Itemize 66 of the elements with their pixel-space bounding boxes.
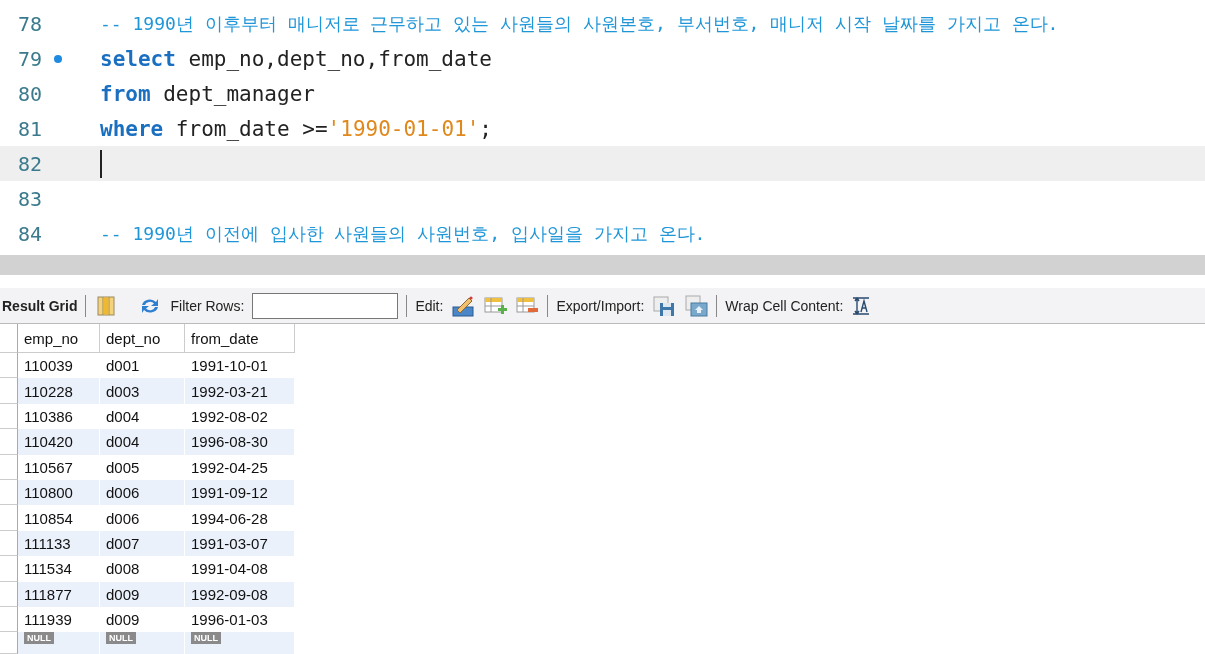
table-cell: 1991-03-07 <box>185 530 295 557</box>
table-cell: 110420 <box>18 429 100 455</box>
table-cell: 111534 <box>18 556 100 582</box>
export-import-label: Export/Import: <box>556 297 645 314</box>
table-cell: d004 <box>100 429 185 455</box>
table-cell: 111133 <box>18 530 100 557</box>
code-line: select emp_no,dept_no,from_date <box>100 46 492 71</box>
row-header[interactable] <box>0 606 18 633</box>
row-header[interactable] <box>0 530 18 557</box>
filter-rows-field[interactable] <box>252 292 399 319</box>
add-row-icon[interactable] <box>483 294 508 317</box>
column-header[interactable]: dept_no <box>100 324 185 353</box>
code-line: where from_date >='1990-01-01'; <box>100 116 492 141</box>
export-save-icon[interactable] <box>652 294 677 317</box>
code-line: -- 1990년 이전에 입사한 사원들의 사원번호, 입사일을 가지고 온다. <box>100 222 706 246</box>
row-header[interactable] <box>0 378 18 404</box>
wrap-cell-content-label: Wrap Cell Content: <box>725 297 844 314</box>
table-cell: 1992-09-08 <box>185 581 295 607</box>
result-grid-tab[interactable]: Result Grid <box>2 297 78 314</box>
text-cursor <box>100 149 102 178</box>
table-cell: 1992-03-21 <box>185 378 295 404</box>
table-cell: 1991-09-12 <box>185 479 295 506</box>
table-cell: 111877 <box>18 581 100 607</box>
table-cell: 1994-06-28 <box>185 505 295 531</box>
code-line: from dept_manager <box>100 81 315 106</box>
line-number: 82 <box>16 151 42 176</box>
table-cell: 1996-08-30 <box>185 429 295 455</box>
import-icon[interactable] <box>684 294 709 317</box>
line-number: 84 <box>16 221 42 246</box>
table-cell: 110228 <box>18 378 100 404</box>
table-cell: 110567 <box>18 454 100 480</box>
table-cell: 1991-04-08 <box>185 556 295 582</box>
code-line: -- 1990년 이후부터 매니저로 근무하고 있는 사원들의 사원본호, 부서번호, 매니저 시작 날짜를 가지고 온다. <box>100 12 1059 36</box>
row-header[interactable] <box>0 353 18 379</box>
filter-rows-label: Filter Rows: <box>170 297 245 314</box>
table-cell: d009 <box>100 581 185 607</box>
column-header[interactable]: from_date <box>185 324 295 353</box>
table-cell: d007 <box>100 530 185 557</box>
line-number: 81 <box>16 116 42 141</box>
row-header[interactable] <box>0 479 18 506</box>
line-number: 83 <box>16 186 42 211</box>
row-header[interactable] <box>0 556 18 582</box>
row-header[interactable] <box>0 632 18 654</box>
null-badge: NULL <box>24 632 54 645</box>
table-cell: d006 <box>100 479 185 506</box>
row-header[interactable] <box>0 429 18 455</box>
null-badge: NULL <box>106 632 136 645</box>
table-cell: d003 <box>100 378 185 404</box>
line-number: 78 <box>16 11 42 36</box>
table-cell: d005 <box>100 454 185 480</box>
line-number: 80 <box>16 81 42 106</box>
row-header[interactable] <box>0 403 18 430</box>
row-header[interactable] <box>0 581 18 607</box>
table-cell: d008 <box>100 556 185 582</box>
table-cell: d006 <box>100 505 185 531</box>
row-header[interactable] <box>0 505 18 531</box>
null-badge: NULL <box>191 632 221 645</box>
table-cell: 1992-04-25 <box>185 454 295 480</box>
pencil-edit-icon[interactable] <box>451 294 476 317</box>
wrap-text-icon[interactable] <box>851 294 872 317</box>
row-header[interactable] <box>0 454 18 480</box>
line-number: 79 <box>16 46 42 71</box>
column-header[interactable]: emp_no <box>18 324 100 353</box>
table-cell: 110800 <box>18 479 100 506</box>
table-cell: 110854 <box>18 505 100 531</box>
edit-label: Edit: <box>415 297 444 314</box>
